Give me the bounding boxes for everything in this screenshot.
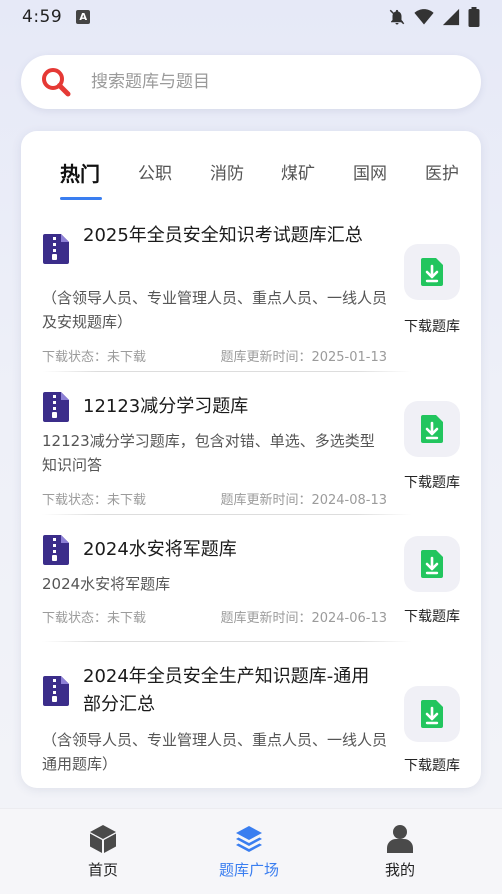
tab-hot[interactable]: 热门 xyxy=(60,158,100,187)
download-file-icon xyxy=(421,700,443,728)
cube-icon xyxy=(90,825,116,853)
update-time: 题库更新时间：2024-06-13 xyxy=(220,611,387,626)
download-status: 下载状态：未下载 xyxy=(42,611,147,626)
nav-home[interactable]: 首页 xyxy=(48,809,158,894)
tab-medical[interactable]: 医护 xyxy=(425,159,459,184)
search-icon xyxy=(42,68,71,97)
battery-icon xyxy=(468,7,480,27)
item-meta: 下载状态：未下载 题库更新时间：2024-06-13 xyxy=(42,607,387,626)
download-status: 下载状态：未下载 xyxy=(42,493,147,508)
update-time: 题库更新时间：2025-01-13 xyxy=(220,350,387,365)
bottom-nav: 首页 题库广场 我的 xyxy=(0,808,502,894)
search-bar[interactable] xyxy=(21,55,481,109)
item-title: 2024水安将军题库 xyxy=(83,539,237,560)
zip-file-icon xyxy=(43,234,69,264)
layers-icon xyxy=(236,826,262,852)
download-button[interactable] xyxy=(404,686,460,742)
zip-file-icon xyxy=(43,392,69,422)
tab-coal-mine[interactable]: 煤矿 xyxy=(281,159,315,184)
status-bar: 4:59 A xyxy=(0,0,502,34)
download-button[interactable] xyxy=(404,244,460,300)
divider xyxy=(42,641,412,642)
item-meta: 下载状态：未下载 题库更新时间：2024-08-13 xyxy=(42,489,387,508)
update-time: 题库更新时间：2024-08-13 xyxy=(220,493,387,508)
download-label[interactable]: 下载题库 xyxy=(397,472,467,492)
download-file-icon xyxy=(421,550,443,578)
nav-question-bank-square[interactable]: 题库广场 xyxy=(194,809,304,894)
download-file-icon xyxy=(421,415,443,443)
active-tab-indicator xyxy=(60,197,102,200)
nav-label: 我的 xyxy=(384,861,415,879)
download-status: 下载状态：未下载 xyxy=(42,350,147,365)
status-icons xyxy=(388,7,480,27)
divider xyxy=(42,514,412,515)
item-description: 12123减分学习题库，包含对错、单选、多选类型知识问答 xyxy=(42,432,375,474)
download-button[interactable] xyxy=(404,401,460,457)
divider xyxy=(42,371,412,372)
search-input[interactable] xyxy=(91,72,431,92)
user-icon xyxy=(387,825,413,853)
tab-civil-service[interactable]: 公职 xyxy=(138,159,172,184)
item-title: 12123减分学习题库 xyxy=(83,396,249,417)
item-title: 2025年全员安全知识考试题库汇总 xyxy=(83,225,363,246)
question-bank-card: 热门 公职 消防 煤矿 国网 医护 2025年全员安全知识考试题库汇总 （含领导… xyxy=(21,131,481,788)
download-button[interactable] xyxy=(404,536,460,592)
tab-fire[interactable]: 消防 xyxy=(210,159,244,184)
wifi-icon xyxy=(414,9,434,25)
nav-profile[interactable]: 我的 xyxy=(345,809,455,894)
item-description: （含领导人员、专业管理人员、重点人员、一线人员及安规题库） xyxy=(42,289,388,331)
item-description: （含领导人员、专业管理人员、重点人员、一线人员通用题库） xyxy=(42,731,388,773)
zip-file-icon xyxy=(43,676,69,706)
download-file-icon xyxy=(421,258,443,286)
item-title: 2024年全员安全生产知识题库-通用部分汇总 xyxy=(83,666,370,715)
item-description: 2024水安将军题库 xyxy=(42,575,171,593)
nav-label: 首页 xyxy=(87,861,118,879)
download-label[interactable]: 下载题库 xyxy=(397,606,467,626)
category-tabs: 热门 公职 消防 煤矿 国网 医护 xyxy=(21,131,481,207)
status-time: 4:59 xyxy=(22,7,63,27)
zip-file-icon xyxy=(43,535,69,565)
bell-off-icon xyxy=(389,9,405,25)
nav-label: 题库广场 xyxy=(218,861,279,879)
download-label[interactable]: 下载题库 xyxy=(397,316,467,336)
tab-state-grid[interactable]: 国网 xyxy=(353,159,387,184)
notification-a-icon: A xyxy=(76,10,91,24)
signal-icon xyxy=(442,8,460,26)
item-meta: 下载状态：未下载 题库更新时间：2025-01-13 xyxy=(42,346,387,365)
download-label[interactable]: 下载题库 xyxy=(397,755,467,775)
